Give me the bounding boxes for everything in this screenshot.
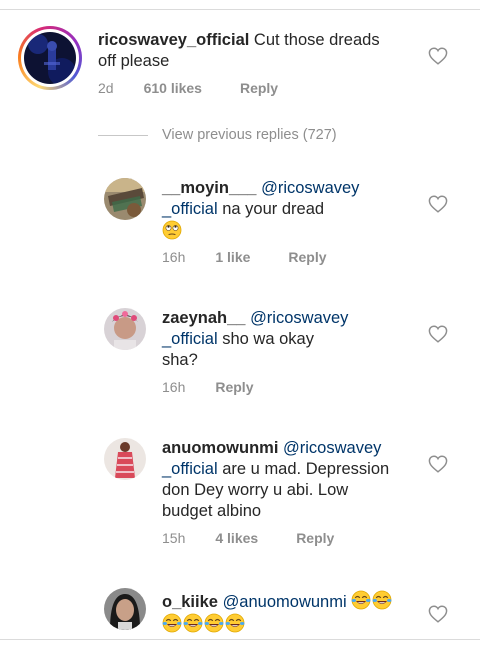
comment-text-continued: off please: [98, 52, 170, 70]
avatar[interactable]: [104, 178, 146, 220]
view-previous-replies[interactable]: View previous replies (727): [98, 127, 337, 143]
comment-time: 16h: [162, 379, 186, 395]
tears-of-joy-emoji-icon: [162, 613, 182, 633]
comment-username[interactable]: zaeynah__: [162, 309, 245, 327]
comment-time: 2d: [98, 80, 114, 96]
avatar[interactable]: [104, 588, 146, 630]
avatar-photo: [24, 32, 76, 84]
tears-of-joy-emoji-icon: [372, 590, 392, 610]
heart-outline-icon[interactable]: [428, 195, 448, 213]
heart-outline-icon[interactable]: [428, 605, 448, 623]
comment-text: Cut those dreads: [253, 31, 380, 49]
divider-line: [98, 134, 148, 136]
comment-time: 15h: [162, 530, 186, 546]
likes-count[interactable]: 4 likes: [215, 530, 258, 546]
avatar[interactable]: [104, 438, 146, 480]
tears-of-joy-emoji-icon: [204, 613, 224, 633]
reply-button[interactable]: Reply: [240, 80, 278, 96]
emoji-group: [351, 590, 393, 611]
comment-time: 16h: [162, 249, 186, 265]
tears-of-joy-emoji-icon: [183, 613, 203, 633]
top-divider: [0, 9, 480, 10]
reply-button[interactable]: Reply: [215, 379, 253, 395]
tears-of-joy-emoji-icon: [225, 613, 245, 633]
comment-text-continued: budget albino: [162, 502, 262, 520]
likes-count[interactable]: 610 likes: [144, 80, 202, 96]
mention-link[interactable]: @ricoswavey: [261, 179, 359, 197]
reply-button[interactable]: Reply: [296, 530, 334, 546]
bottom-divider: [0, 639, 480, 640]
comment-username[interactable]: anuomowunmi: [162, 439, 278, 457]
mention-link-continued[interactable]: _official: [162, 200, 218, 218]
mention-link[interactable]: @ricoswavey: [283, 439, 381, 457]
comment-text-continued: sha?: [162, 351, 198, 369]
comment-text: are u mad. Depression: [222, 460, 390, 478]
comment-text-continued: don Dey worry u abi. Low: [162, 481, 349, 499]
reply-button[interactable]: Reply: [288, 249, 326, 265]
view-previous-label[interactable]: View previous replies (727): [162, 127, 337, 143]
heart-outline-icon[interactable]: [428, 455, 448, 473]
mention-link[interactable]: @ricoswavey: [250, 309, 348, 327]
avatar[interactable]: [104, 308, 146, 350]
avatar[interactable]: [18, 26, 82, 90]
tears-of-joy-emoji-icon: [351, 590, 371, 610]
mention-link[interactable]: @anuomowunmi: [223, 593, 347, 611]
likes-count[interactable]: 1 like: [215, 249, 250, 265]
rolling-eyes-emoji-icon: [162, 220, 182, 240]
comment-username[interactable]: __moyin___: [162, 179, 256, 197]
heart-outline-icon[interactable]: [428, 47, 448, 65]
comment-username[interactable]: ricoswavey_official: [98, 31, 249, 49]
comment-username[interactable]: o_kiike: [162, 593, 218, 611]
heart-outline-icon[interactable]: [428, 325, 448, 343]
mention-link-continued[interactable]: _official: [162, 330, 218, 348]
comment-text: sho wa okay: [222, 330, 314, 348]
mention-link-continued[interactable]: _official: [162, 460, 218, 478]
emoji-group-continued: [162, 613, 246, 634]
comment-text: na your dread: [222, 200, 325, 218]
